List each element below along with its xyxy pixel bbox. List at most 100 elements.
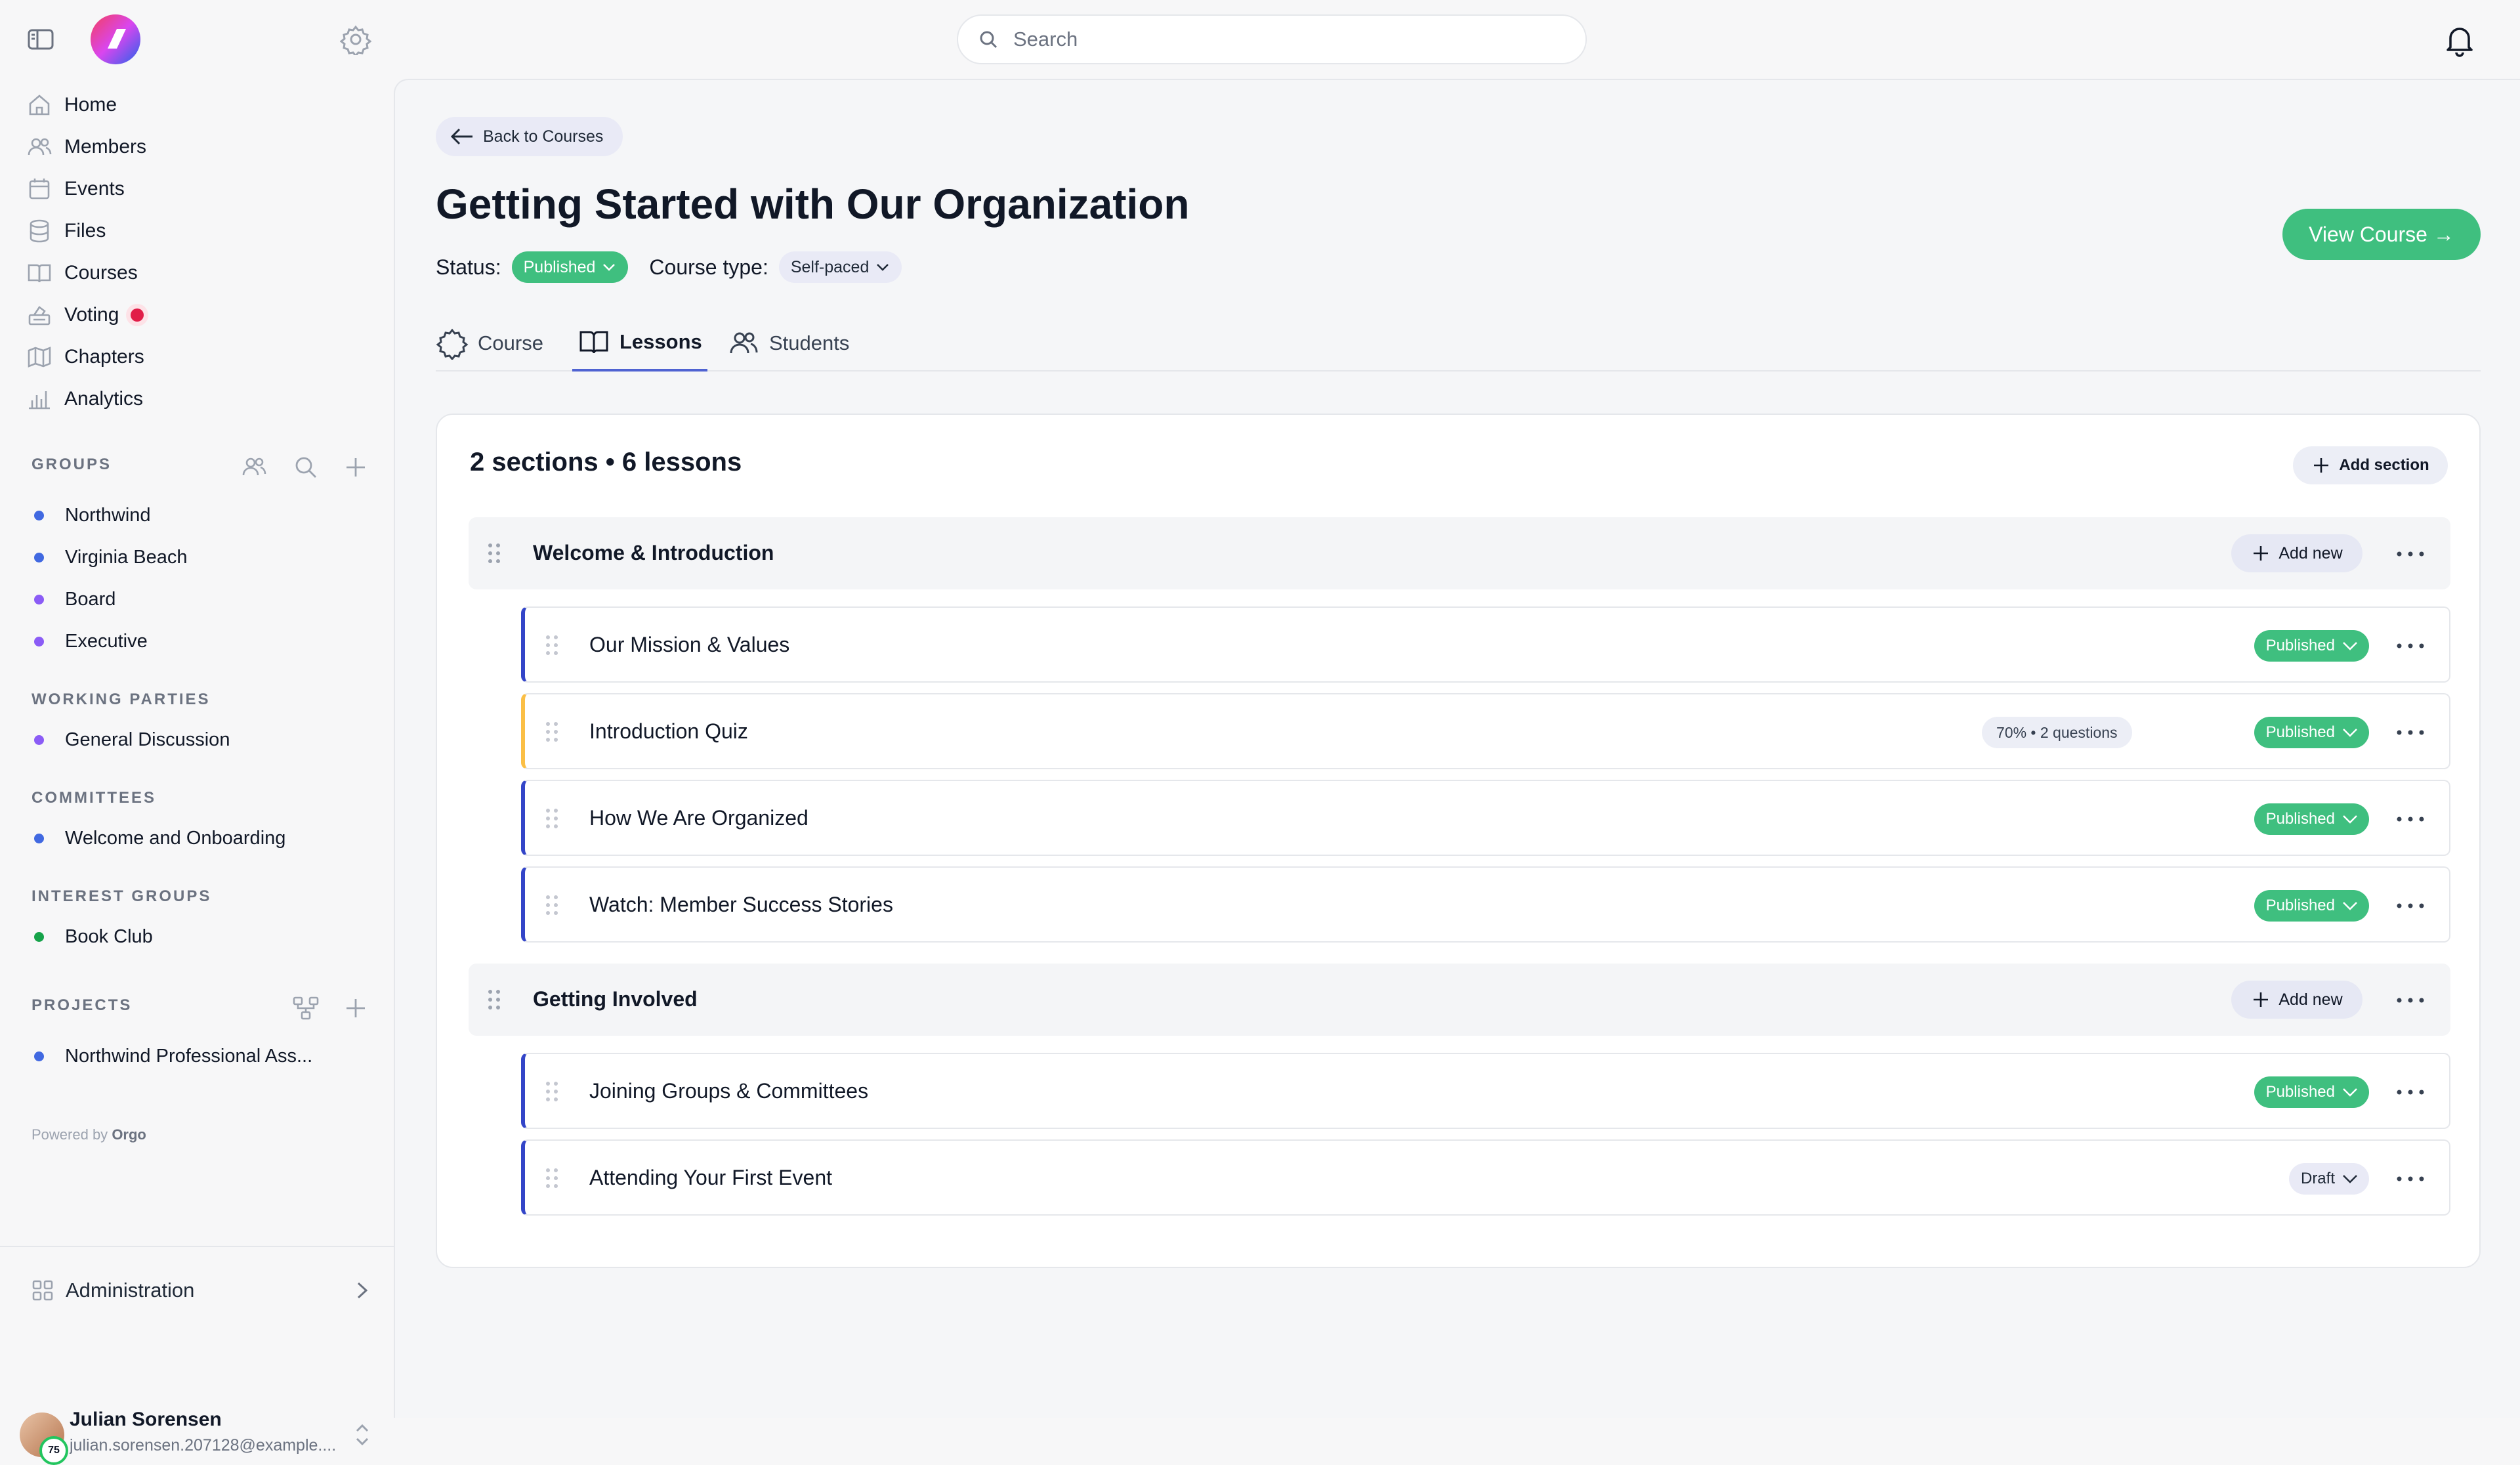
drag-handle-icon[interactable] (543, 806, 560, 831)
committees-section-title: COMMITTEES (32, 789, 156, 807)
tab-course[interactable]: Course (436, 315, 543, 372)
group-item-board[interactable]: Board (34, 583, 116, 616)
nav-label: Members (64, 136, 147, 158)
group-label: Executive (65, 630, 148, 652)
nav-courses[interactable]: Courses (26, 255, 138, 291)
group-item-executive[interactable]: Executive (34, 625, 148, 658)
search-input[interactable] (1012, 27, 1537, 52)
lesson-row[interactable]: Attending Your First Event Draft (521, 1139, 2450, 1216)
more-options-icon[interactable] (2393, 813, 2428, 826)
project-label: Northwind Professional Ass... (65, 1045, 313, 1067)
group-color-dot (34, 636, 44, 647)
lesson-row[interactable]: Joining Groups & Committees Published (521, 1053, 2450, 1129)
lesson-row-quiz[interactable]: Introduction Quiz 70% • 2 questions Publ… (521, 693, 2450, 769)
tab-students[interactable]: Students (727, 315, 849, 372)
user-profile-switcher[interactable]: 75 Julian Sorensen julian.sorensen.20712… (20, 1407, 374, 1465)
home-icon (29, 95, 50, 116)
course-meta: Status: Published Course type: Self-pace… (436, 251, 902, 284)
back-label: Back to Courses (483, 127, 604, 146)
status-value: Published (2265, 897, 2335, 914)
group-item-general-discussion[interactable]: General Discussion (34, 723, 230, 756)
calendar-icon (29, 179, 50, 200)
nav-voting[interactable]: Voting (26, 297, 144, 333)
more-options-icon[interactable] (2393, 726, 2428, 739)
powered-by-brand[interactable]: Orgo (112, 1126, 146, 1143)
lesson-row[interactable]: Watch: Member Success Stories Published (521, 866, 2450, 943)
projects-add-icon[interactable] (341, 994, 370, 1023)
grid-icon (32, 1280, 53, 1301)
projects-hierarchy-icon[interactable] (291, 994, 320, 1023)
nav-chapters[interactable]: Chapters (26, 339, 144, 375)
back-to-courses-button[interactable]: Back to Courses (436, 117, 623, 156)
add-section-button[interactable]: Add section (2293, 446, 2448, 484)
drag-handle-icon[interactable] (543, 1166, 560, 1191)
chevron-down-icon (2343, 815, 2357, 824)
tab-lessons[interactable]: Lessons (572, 315, 707, 372)
group-label: Virginia Beach (65, 546, 188, 568)
lesson-status-dropdown[interactable]: Published (2254, 630, 2369, 662)
gear-icon (436, 328, 469, 360)
section-title: Getting Involved (533, 987, 698, 1011)
powered-by-text: Powered by (32, 1126, 108, 1143)
more-options-icon[interactable] (2393, 639, 2428, 652)
add-new-button[interactable]: Add new (2231, 534, 2362, 572)
page-title: Getting Started with Our Organization (436, 180, 1190, 228)
administration-link[interactable]: Administration (32, 1271, 373, 1310)
group-color-dot (34, 510, 44, 520)
groups-members-icon[interactable] (240, 453, 269, 482)
groups-section-title: GROUPS (32, 456, 112, 473)
more-options-icon[interactable] (2393, 1086, 2428, 1099)
working-parties-section-title: WORKING PARTIES (32, 690, 211, 708)
lesson-row[interactable]: How We Are Organized Published (521, 780, 2450, 856)
lesson-status-dropdown[interactable]: Published (2254, 803, 2369, 835)
groups-add-icon[interactable] (341, 453, 370, 482)
drag-handle-icon[interactable] (543, 893, 560, 918)
nav-label: Files (64, 220, 106, 242)
group-item-virginia-beach[interactable]: Virginia Beach (34, 541, 187, 574)
notifications-bell-icon[interactable] (2441, 21, 2478, 58)
nav-analytics[interactable]: Analytics (26, 381, 143, 417)
lesson-status-dropdown[interactable]: Published (2254, 890, 2369, 922)
orgo-logo[interactable] (88, 13, 143, 66)
section-header: Getting Involved Add new (469, 964, 2450, 1036)
add-new-button[interactable]: Add new (2231, 981, 2362, 1019)
arrow-left-icon (450, 128, 472, 145)
lesson-status-dropdown[interactable]: Published (2254, 717, 2369, 748)
drag-handle-icon[interactable] (543, 719, 560, 744)
nav-files[interactable]: Files (26, 213, 106, 249)
settings-gear-icon[interactable] (340, 24, 371, 55)
group-item-welcome-onboarding[interactable]: Welcome and Onboarding (34, 822, 285, 855)
drag-handle-icon[interactable] (486, 987, 503, 1012)
course-type-dropdown[interactable]: Self-paced (778, 251, 902, 283)
lesson-status-dropdown[interactable]: Published (2254, 1076, 2369, 1108)
group-item-northwind[interactable]: Northwind (34, 499, 151, 532)
more-options-icon[interactable] (2393, 1172, 2428, 1185)
group-item-book-club[interactable]: Book Club (34, 920, 153, 953)
project-color-dot (34, 1051, 44, 1061)
nav-events[interactable]: Events (26, 171, 125, 207)
group-label: Welcome and Onboarding (65, 827, 286, 849)
drag-handle-icon[interactable] (543, 1079, 560, 1104)
chevron-down-icon (2343, 1088, 2357, 1097)
sidebar-divider (0, 1246, 394, 1247)
drag-handle-icon[interactable] (543, 633, 560, 658)
sidebar-toggle-icon[interactable] (26, 26, 55, 53)
search-bar[interactable] (957, 14, 1587, 64)
more-options-icon[interactable] (2393, 994, 2428, 1007)
nav-home[interactable]: Home (26, 87, 117, 123)
more-options-icon[interactable] (2393, 899, 2428, 912)
lesson-status-dropdown[interactable]: Draft (2288, 1163, 2369, 1195)
lesson-title: Watch: Member Success Stories (589, 893, 893, 916)
drag-handle-icon[interactable] (486, 541, 503, 566)
lesson-row[interactable]: Our Mission & Values Published (521, 606, 2450, 683)
group-color-dot (34, 552, 44, 563)
view-course-button[interactable]: View Course → (2282, 209, 2481, 260)
project-item-northwind[interactable]: Northwind Professional Ass... (34, 1040, 312, 1072)
chevron-down-icon (2343, 1175, 2357, 1183)
nav-label: Voting (64, 304, 119, 326)
nav-members[interactable]: Members (26, 129, 146, 165)
status-dropdown[interactable]: Published (511, 251, 629, 283)
groups-search-icon[interactable] (291, 453, 320, 482)
interest-groups-section-title: INTEREST GROUPS (32, 887, 212, 905)
more-options-icon[interactable] (2393, 547, 2428, 561)
